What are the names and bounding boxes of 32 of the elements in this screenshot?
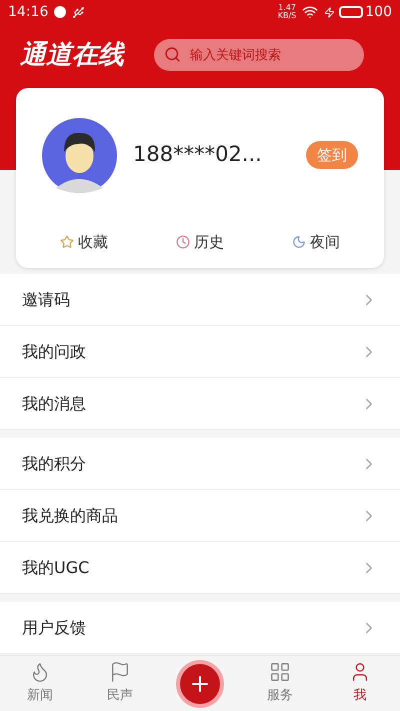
battery-icon (339, 6, 364, 18)
clock-icon (176, 235, 190, 249)
tab[interactable]: 我 (320, 656, 400, 711)
menu-row[interactable]: 邀请码 (0, 274, 400, 326)
star-icon (60, 235, 74, 249)
user-name: 188****02... (133, 141, 263, 168)
profile-action[interactable]: 历史 (176, 230, 224, 254)
grid-icon (269, 661, 291, 684)
network-speed-unit: KB/S (278, 12, 296, 20)
tab[interactable]: 新闻 (0, 656, 80, 711)
app-logo: 通道在线 (20, 38, 126, 72)
battery-level: 100 (365, 2, 392, 22)
profile-action[interactable]: 夜间 (292, 230, 340, 254)
menu-row[interactable]: 我的消息 (0, 378, 400, 430)
usb-icon (72, 6, 86, 18)
add-button[interactable] (180, 664, 220, 704)
menu-row[interactable]: 我的UGC (0, 542, 400, 594)
menu-row[interactable]: 我兑换的商品 (0, 490, 400, 542)
search-icon (164, 46, 181, 63)
menu-row[interactable]: 用户反馈 (0, 602, 400, 654)
menu-row[interactable]: 我的问政 (0, 326, 400, 378)
charging-icon (324, 6, 336, 18)
flag-icon (109, 661, 131, 684)
tab[interactable]: 服务 (240, 656, 320, 711)
profile-action[interactable]: 收藏 (60, 230, 108, 254)
wifi-icon (302, 4, 318, 20)
menu-row[interactable]: 我的积分 (0, 438, 400, 490)
network-speed: 1.47 (278, 4, 296, 12)
search-field[interactable]: 输入关键词搜索 (154, 39, 364, 71)
moon-icon (292, 235, 306, 249)
status-time: 14:16 (8, 2, 48, 22)
tab[interactable]: 民声 (80, 656, 160, 711)
